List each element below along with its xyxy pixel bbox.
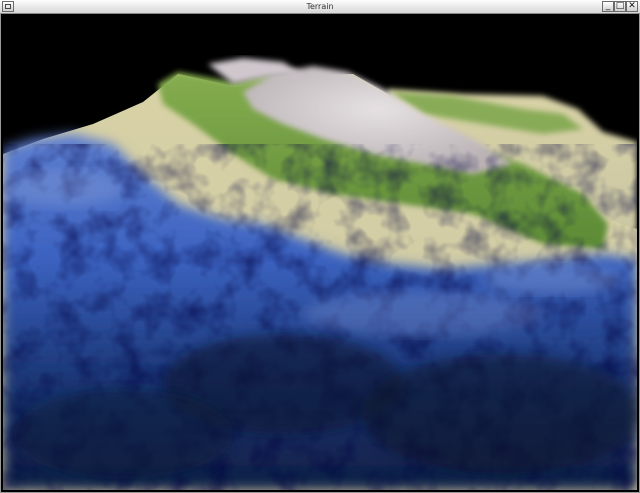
title-bar[interactable]: Terrain _ □ ✕ bbox=[0, 0, 640, 14]
maximize-button[interactable]: □ bbox=[614, 1, 626, 12]
window-title: Terrain bbox=[306, 2, 334, 11]
terrain-render bbox=[3, 14, 637, 490]
minimize-button[interactable]: _ bbox=[602, 1, 614, 12]
terrain-3d-viewport[interactable] bbox=[3, 14, 637, 490]
terrain-window: Terrain _ □ ✕ bbox=[0, 0, 640, 493]
close-button[interactable]: ✕ bbox=[626, 1, 638, 12]
